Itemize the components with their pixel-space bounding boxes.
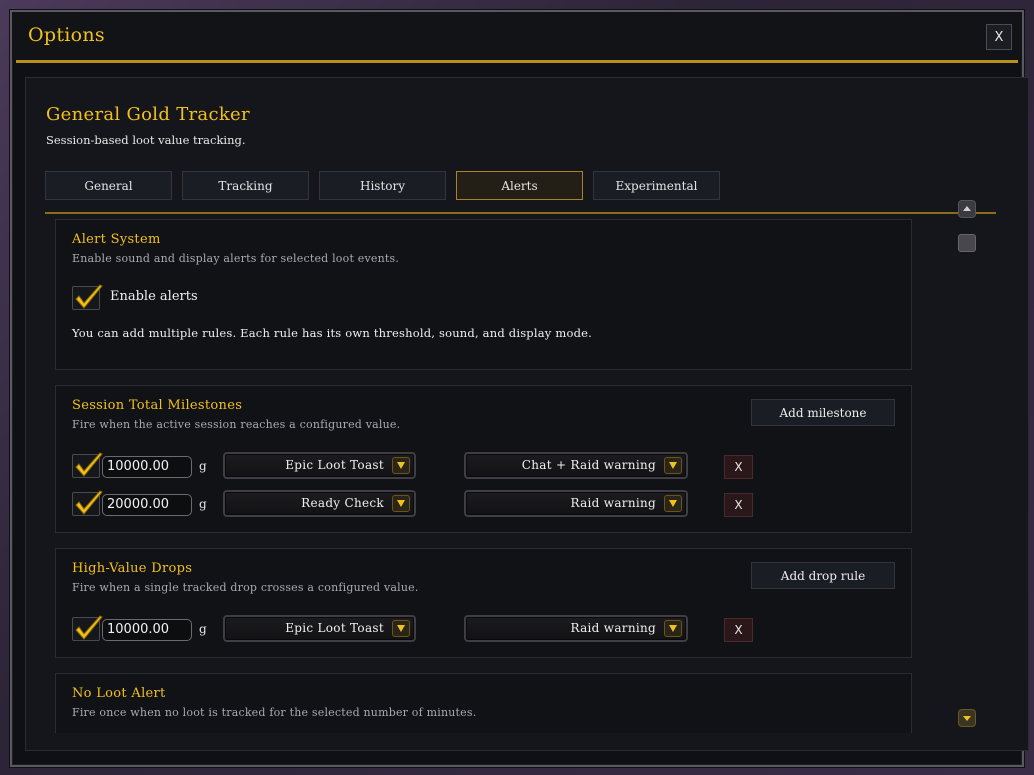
no-loot-alert-section: No Loot Alert Fire once when no loot is … xyxy=(55,673,912,733)
chevron-down-icon xyxy=(392,457,410,474)
add-milestone-button[interactable]: Add milestone xyxy=(751,399,895,426)
gold-unit-label: g xyxy=(199,497,207,511)
delete-rule-button[interactable]: X xyxy=(724,455,753,479)
scroll-up-button[interactable] xyxy=(958,200,976,218)
chevron-down-icon xyxy=(963,716,971,721)
tab-history[interactable]: History xyxy=(319,171,446,200)
title-bar: Options X xyxy=(12,12,1022,60)
dropdown-value: Chat + Raid warning xyxy=(521,458,656,472)
tab-divider xyxy=(45,212,996,214)
dropdown-value: Raid warning xyxy=(570,621,656,635)
chevron-down-icon xyxy=(664,457,682,474)
enable-alerts-label: Enable alerts xyxy=(110,289,198,304)
section-title: High-Value Drops xyxy=(72,561,193,576)
dropdown-value: Epic Loot Toast xyxy=(285,458,384,472)
chevron-down-icon xyxy=(392,495,410,512)
high-value-drops-section: High-Value Drops Fire when a single trac… xyxy=(55,548,912,658)
dropdown-value: Ready Check xyxy=(301,496,384,510)
display-dropdown[interactable]: Raid warning xyxy=(464,490,688,517)
checkmark-icon xyxy=(75,615,103,640)
sound-dropdown[interactable]: Ready Check xyxy=(223,490,416,517)
tab-general[interactable]: General xyxy=(45,171,172,200)
sound-dropdown[interactable]: Epic Loot Toast xyxy=(223,615,416,642)
close-button[interactable]: X xyxy=(986,24,1012,50)
sound-dropdown[interactable]: Epic Loot Toast xyxy=(223,452,416,479)
scrollbar-thumb[interactable] xyxy=(958,234,976,252)
window-title: Options xyxy=(28,24,105,46)
chevron-down-icon xyxy=(664,620,682,637)
enable-alerts-checkbox[interactable] xyxy=(72,284,103,310)
add-drop-rule-button[interactable]: Add drop rule xyxy=(751,562,895,589)
chevron-down-icon xyxy=(664,495,682,512)
tab-experimental[interactable]: Experimental xyxy=(593,171,720,200)
chevron-down-icon xyxy=(392,620,410,637)
drop-rule-enabled-checkbox[interactable] xyxy=(72,615,103,641)
delete-rule-button[interactable]: X xyxy=(724,618,753,642)
drop-amount-input[interactable]: 10000.00 xyxy=(102,619,192,641)
scroll-down-button[interactable] xyxy=(958,709,976,727)
gold-unit-label: g xyxy=(199,459,207,473)
alert-system-section: Alert System Enable sound and display al… xyxy=(55,219,912,370)
display-dropdown[interactable]: Chat + Raid warning xyxy=(464,452,688,479)
settings-panel: General Gold Tracker Session-based loot … xyxy=(25,77,1029,751)
milestones-section: Session Total Milestones Fire when the a… xyxy=(55,385,912,533)
rules-note: You can add multiple rules. Each rule ha… xyxy=(72,326,593,340)
checkmark-icon xyxy=(75,284,103,309)
chevron-up-icon xyxy=(963,206,971,211)
section-description: Fire when the active session reaches a c… xyxy=(72,418,401,431)
checkmark-icon xyxy=(75,452,103,477)
tab-alerts[interactable]: Alerts xyxy=(456,171,583,200)
gold-unit-label: g xyxy=(199,622,207,636)
addon-title: General Gold Tracker xyxy=(46,104,250,125)
section-title: No Loot Alert xyxy=(72,686,166,701)
delete-rule-button[interactable]: X xyxy=(724,493,753,517)
milestone-amount-input[interactable]: 10000.00 xyxy=(102,456,192,478)
dropdown-value: Raid warning xyxy=(570,496,656,510)
section-description: Fire once when no loot is tracked for th… xyxy=(72,706,477,719)
options-window: Options X General Gold Tracker Session-b… xyxy=(10,10,1029,767)
tab-tracking[interactable]: Tracking xyxy=(182,171,309,200)
section-description: Enable sound and display alerts for sele… xyxy=(72,252,400,265)
section-title: Alert System xyxy=(72,232,161,247)
section-description: Fire when a single tracked drop crosses … xyxy=(72,581,419,594)
section-title: Session Total Milestones xyxy=(72,398,243,413)
milestone-enabled-checkbox[interactable] xyxy=(72,490,103,516)
title-divider xyxy=(16,60,1018,63)
dropdown-value: Epic Loot Toast xyxy=(285,621,384,635)
addon-subtitle: Session-based loot value tracking. xyxy=(46,133,246,147)
milestone-enabled-checkbox[interactable] xyxy=(72,452,103,478)
milestone-amount-input[interactable]: 20000.00 xyxy=(102,494,192,516)
display-dropdown[interactable]: Raid warning xyxy=(464,615,688,642)
checkmark-icon xyxy=(75,490,103,515)
